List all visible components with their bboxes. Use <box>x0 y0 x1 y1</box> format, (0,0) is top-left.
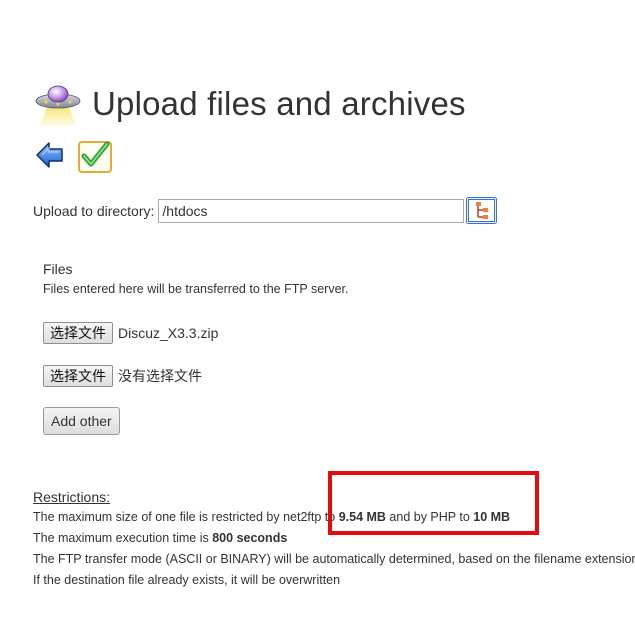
files-description: Files entered here will be transferred t… <box>43 282 349 296</box>
page-title: Upload files and archives <box>92 85 466 122</box>
back-arrow-icon[interactable] <box>34 139 66 171</box>
title-row: Upload files and archives <box>34 80 466 128</box>
directory-label: Upload to directory: <box>33 203 155 219</box>
checkmark-icon[interactable] <box>77 138 113 174</box>
file-row-2: 选择文件 没有选择文件 <box>43 364 202 388</box>
tree-browse-icon[interactable] <box>466 197 497 224</box>
restriction-max-time: The maximum execution time is 800 second… <box>33 531 287 545</box>
choose-file-button-2[interactable]: 选择文件 <box>43 365 113 387</box>
directory-input[interactable] <box>158 199 465 223</box>
selected-file-name-2: 没有选择文件 <box>118 368 202 384</box>
file-row-1: 选择文件 Discuz_X3.3.zip <box>43 321 218 345</box>
selected-file-name-1: Discuz_X3.3.zip <box>118 325 219 341</box>
add-other-button[interactable]: Add other <box>43 407 120 435</box>
files-heading: Files <box>43 261 73 277</box>
choose-file-button-1[interactable]: 选择文件 <box>43 322 113 344</box>
ufo-icon <box>35 85 81 126</box>
restrictions-heading: Restrictions: <box>33 489 111 505</box>
directory-row: Upload to directory: <box>33 197 465 225</box>
max-time-prefix: The maximum execution time is <box>33 531 213 545</box>
max-time-value: 800 seconds <box>212 531 288 545</box>
restriction-overwrite: If the destination file already exists, … <box>33 573 341 587</box>
max-size-prefix: The maximum size of one file is restrict… <box>33 510 339 524</box>
highlight-box <box>328 471 539 535</box>
restriction-transfer-mode: The FTP transfer mode (ASCII or BINARY) … <box>33 552 635 566</box>
